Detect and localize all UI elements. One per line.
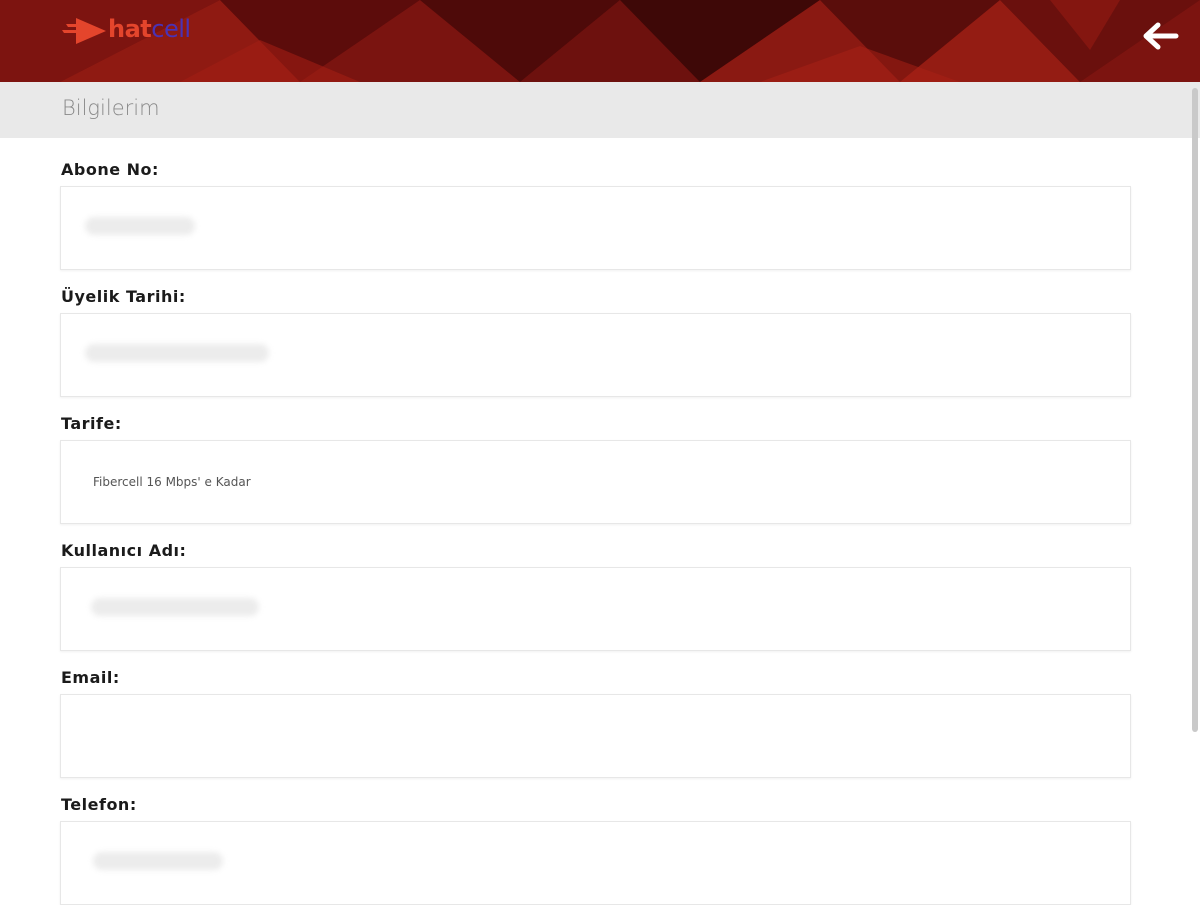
back-button[interactable] (1138, 18, 1182, 54)
field-label: Telefon: (61, 795, 137, 814)
field-uyelik-tarihi: Üyelik Tarihi: (60, 265, 1133, 397)
telefon-value-box (60, 821, 1131, 905)
logo-play-icon (62, 18, 106, 44)
field-label: Tarife: (61, 414, 122, 433)
field-email: Email: (60, 646, 1133, 778)
scrollbar[interactable] (1192, 88, 1198, 732)
kullanici-adi-value-box (60, 567, 1131, 651)
redacted-value (91, 598, 259, 616)
field-telefon: Telefon: (60, 773, 1133, 905)
logo-text-primary: hat (108, 15, 152, 43)
redacted-value (85, 344, 269, 362)
field-abone-no: Abone No: (60, 138, 1133, 270)
profile-form: Abone No: Üyelik Tarihi: Tarife: Fiberce… (60, 138, 1133, 905)
page-title: Bilgilerim (62, 96, 160, 120)
abone-no-value-box (60, 186, 1131, 270)
hatcell-logo: hatcell (62, 12, 212, 58)
field-label: Kullanıcı Adı: (61, 541, 187, 560)
arrow-left-icon (1143, 22, 1179, 50)
tarife-value-box: Fibercell 16 Mbps' e Kadar (60, 440, 1131, 524)
logo-text-secondary: cell (151, 15, 191, 43)
app-header: hatcell (0, 0, 1200, 82)
field-label: Abone No: (61, 160, 159, 179)
uyelik-tarihi-value-box (60, 313, 1131, 397)
redacted-value (85, 217, 195, 235)
field-tarife: Tarife: Fibercell 16 Mbps' e Kadar (60, 392, 1133, 524)
field-kullanici-adi: Kullanıcı Adı: (60, 519, 1133, 651)
email-value-box (60, 694, 1131, 778)
field-label: Üyelik Tarihi: (61, 287, 186, 306)
redacted-value (93, 852, 223, 870)
tarife-value: Fibercell 16 Mbps' e Kadar (93, 475, 251, 489)
logo-wordmark: hatcell (108, 14, 191, 44)
page-title-bar: Bilgilerim (0, 82, 1200, 138)
field-label: Email: (61, 668, 120, 687)
